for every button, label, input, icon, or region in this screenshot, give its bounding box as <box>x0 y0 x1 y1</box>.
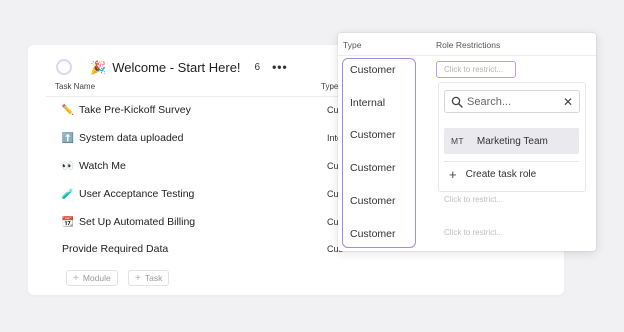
task-name: Provide Required Data <box>62 243 169 255</box>
type-value[interactable]: Internal <box>350 97 385 109</box>
type-value[interactable]: Customer <box>350 162 396 174</box>
type-value[interactable]: Customer <box>350 129 396 141</box>
test-tube-icon: 🧪 <box>61 188 75 200</box>
status-circle-icon[interactable] <box>56 59 72 75</box>
add-task-button[interactable]: + Task <box>128 270 170 286</box>
task-row[interactable]: 📆 Set Up Automated Billing <box>62 214 195 230</box>
search-icon <box>451 96 463 108</box>
type-column-header: Type <box>343 40 362 50</box>
panel-header-divider <box>338 55 596 56</box>
task-name: User Acceptance Testing <box>79 188 195 200</box>
task-name: System data uploaded <box>79 132 184 144</box>
plus-icon: + <box>135 272 141 284</box>
column-header-type[interactable]: Type <box>321 82 338 91</box>
task-name: Watch Me <box>79 160 126 172</box>
close-icon[interactable]: ✕ <box>563 95 573 109</box>
task-row[interactable]: Provide Required Data <box>62 241 168 257</box>
type-value[interactable]: Customer <box>350 228 396 240</box>
add-task-label: Task <box>144 273 163 283</box>
role-restrict-placeholder[interactable]: Click to restrict... <box>444 228 503 237</box>
calendar-icon: 📆 <box>61 216 75 228</box>
type-value[interactable]: Customer <box>350 64 396 76</box>
more-options-icon[interactable]: ••• <box>272 60 288 74</box>
role-search-input[interactable] <box>467 95 563 108</box>
page-title: Welcome - Start Here! <box>112 59 241 75</box>
plus-icon: + <box>73 272 79 284</box>
role-restrict-input-active[interactable]: Click to restrict... <box>436 61 516 78</box>
project-title-row: 🎉 Welcome - Start Here! 6 ••• <box>56 56 288 78</box>
task-row[interactable]: 🧪 User Acceptance Testing <box>61 186 195 202</box>
header-divider <box>46 96 346 97</box>
task-name: Set Up Automated Billing <box>79 216 196 228</box>
role-search-field[interactable]: ✕ <box>444 90 580 113</box>
add-module-label: Module <box>82 273 111 283</box>
create-task-role-button[interactable]: + Create task role <box>449 166 536 182</box>
type-value[interactable]: Customer <box>350 195 396 207</box>
role-option-marketing-team[interactable]: MT Marketing Team <box>444 128 579 154</box>
create-task-role-label: Create task role <box>465 168 537 180</box>
pencil-icon: ✏️ <box>61 104 75 116</box>
dropdown-divider <box>444 161 579 162</box>
eyes-icon: 👀 <box>61 160 75 172</box>
task-row[interactable]: ⬆️ System data uploaded <box>62 130 184 146</box>
party-popper-icon: 🎉 <box>90 59 107 75</box>
add-module-button[interactable]: + Module <box>66 270 118 286</box>
task-count-badge: 6 <box>254 61 261 73</box>
task-row[interactable]: 👀 Watch Me <box>62 158 126 174</box>
role-restrict-placeholder[interactable]: Click to restrict... <box>444 195 503 204</box>
task-row[interactable]: ✏️ Take Pre-Kickoff Survey <box>62 102 191 118</box>
column-header-task-name[interactable]: Task Name <box>55 82 95 91</box>
up-arrow-icon: ⬆️ <box>61 132 75 144</box>
type-column-highlight <box>342 58 416 248</box>
role-abbr: MT <box>451 136 464 146</box>
plus-icon: + <box>449 166 457 182</box>
task-name: Take Pre-Kickoff Survey <box>79 104 191 116</box>
role-option-label: Marketing Team <box>476 135 548 147</box>
role-restrictions-header: Role Restrictions <box>436 40 501 50</box>
